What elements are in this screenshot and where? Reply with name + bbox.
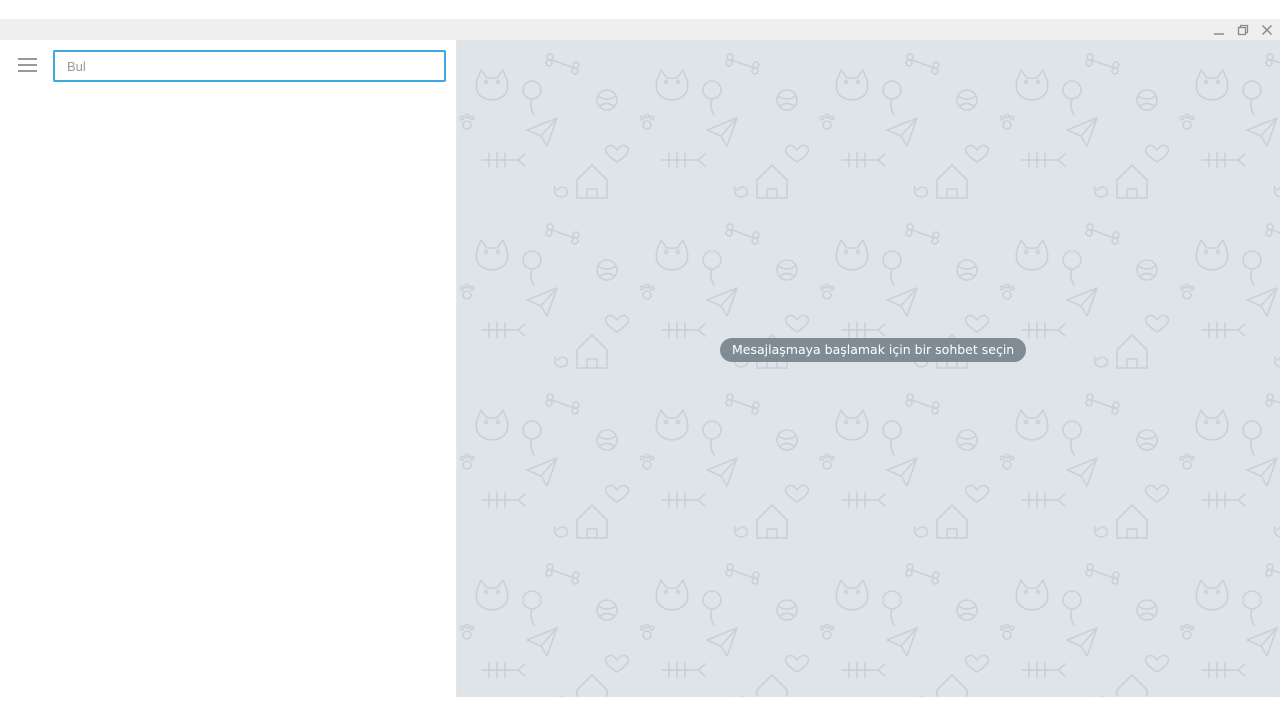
hamburger-menu-icon — [17, 57, 37, 77]
chat-panel-empty: Mesajlaşmaya başlamak için bir sohbet se… — [457, 40, 1280, 697]
empty-state-message: Mesajlaşmaya başlamak için bir sohbet se… — [720, 338, 1027, 362]
restore-button[interactable] — [1231, 19, 1255, 40]
top-margin — [0, 0, 1280, 19]
doodle-background-pattern — [457, 40, 1280, 697]
close-button[interactable] — [1255, 19, 1279, 40]
chat-list-sidebar — [0, 40, 457, 697]
search-field[interactable] — [53, 50, 446, 82]
window-titlebar[interactable] — [0, 19, 1280, 40]
close-icon — [1261, 24, 1273, 36]
bottom-margin — [0, 697, 1280, 720]
restore-icon — [1237, 24, 1249, 36]
minimize-icon — [1213, 24, 1225, 36]
main-menu-button[interactable] — [10, 53, 44, 81]
search-input[interactable] — [55, 52, 444, 80]
minimize-button[interactable] — [1207, 19, 1231, 40]
